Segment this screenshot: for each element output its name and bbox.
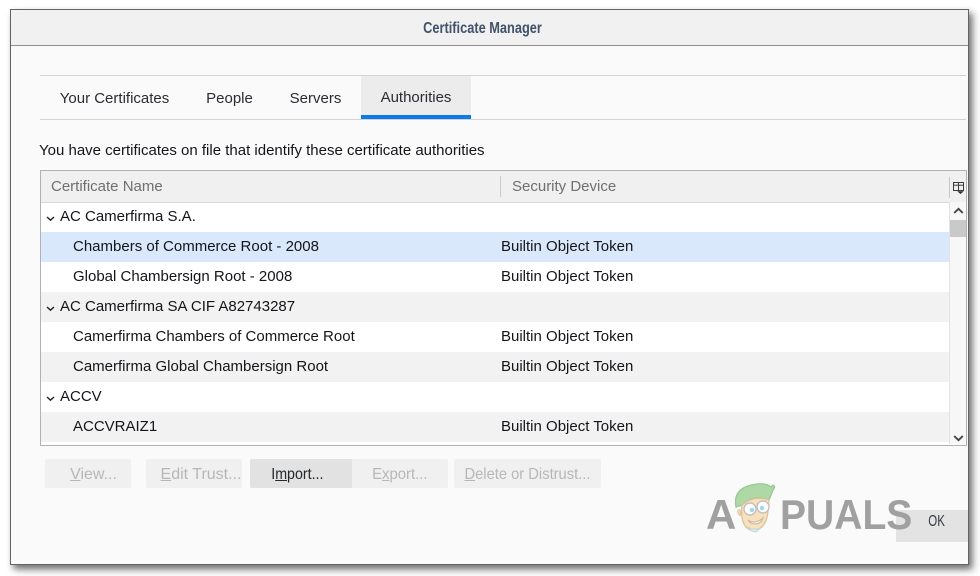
svg-text:A: A xyxy=(706,491,736,538)
svg-text:PUALS: PUALS xyxy=(780,491,912,539)
